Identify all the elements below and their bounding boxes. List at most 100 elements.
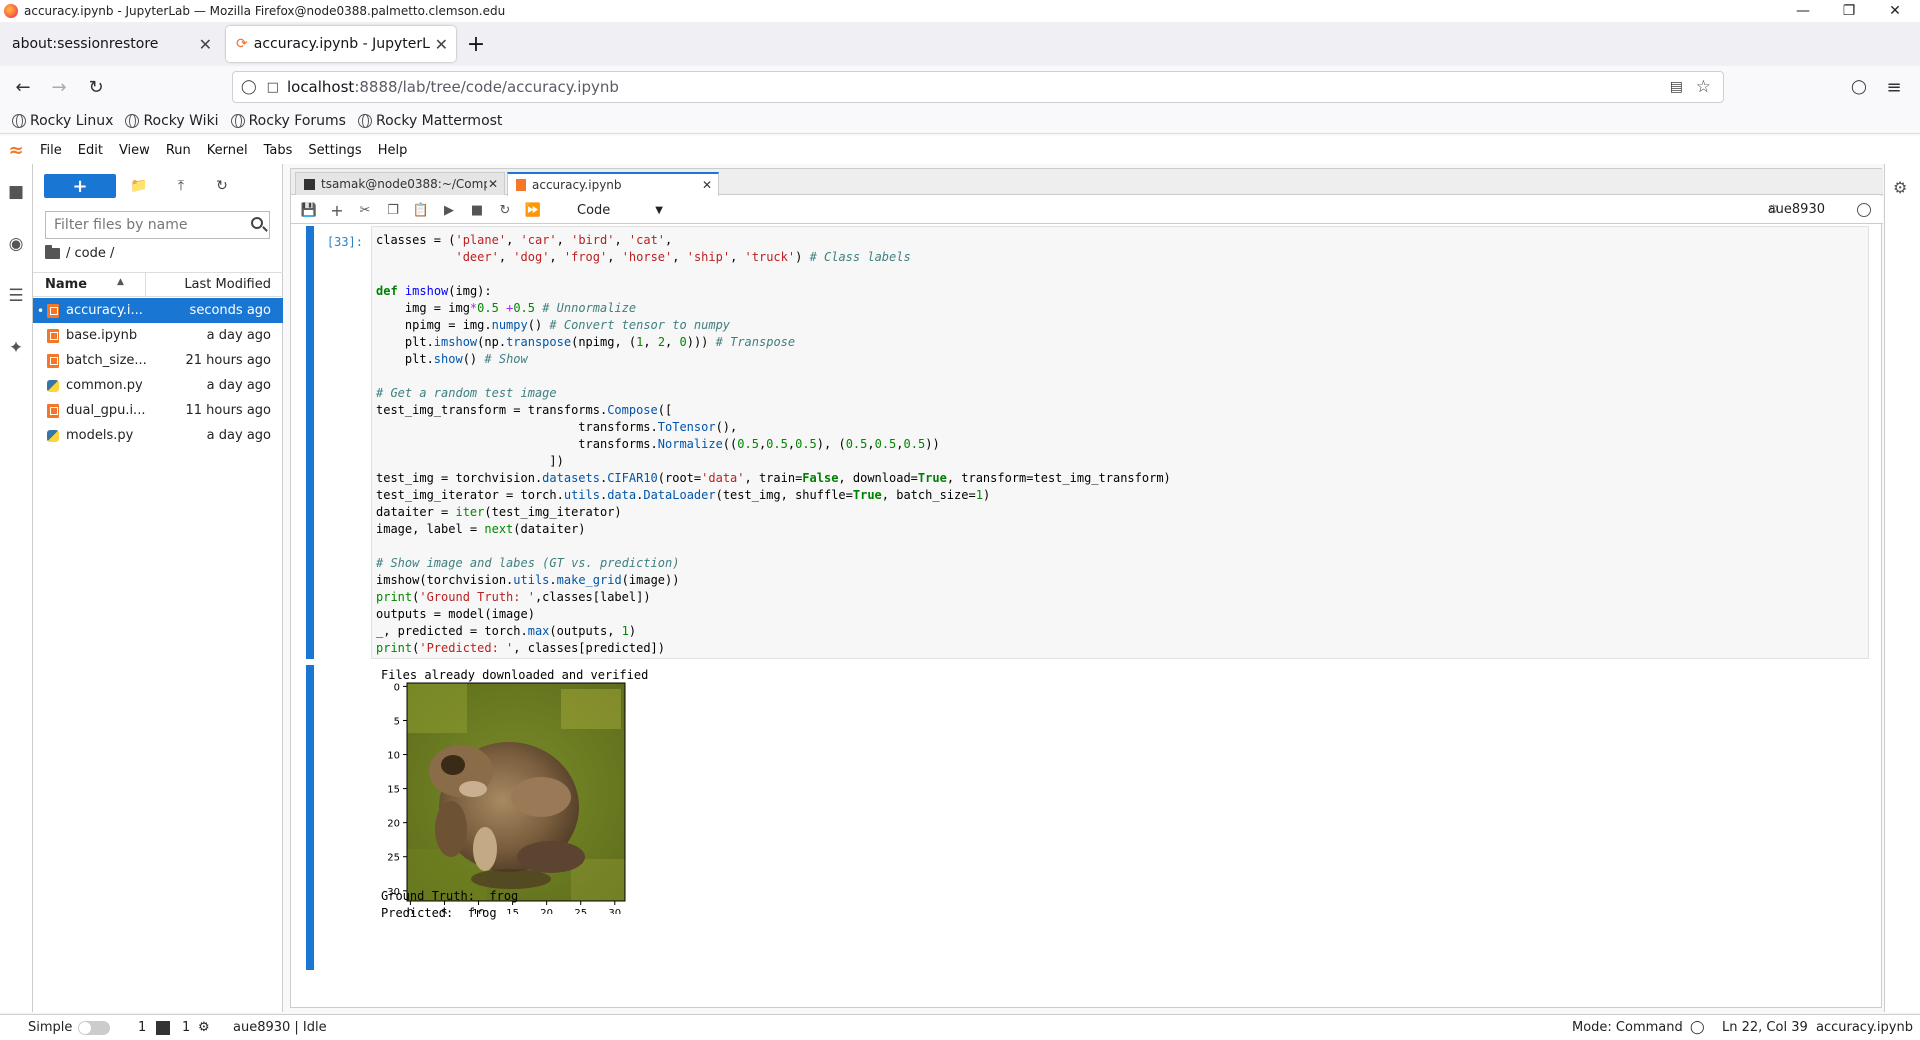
file-row[interactable]: batch_size... 21 hours ago	[33, 348, 283, 373]
menu-view[interactable]: View	[111, 143, 158, 158]
menu-kernel[interactable]: Kernel	[199, 143, 256, 158]
trusted-shield-icon[interactable]: ◯	[1690, 1020, 1705, 1035]
kernel-count[interactable]: 1	[182, 1020, 190, 1035]
paste-icon[interactable]: 📋	[411, 200, 431, 220]
column-divider	[145, 273, 146, 296]
menu-tabs[interactable]: Tabs	[256, 143, 301, 158]
status-filename: accuracy.ipynb	[1816, 1020, 1913, 1035]
file-row[interactable]: dual_gpu.i... 11 hours ago	[33, 398, 283, 423]
globe-icon	[12, 113, 26, 128]
shield-icon[interactable]: ◯	[241, 79, 257, 95]
cut-icon[interactable]: ✂	[355, 200, 375, 220]
running-sessions-icon[interactable]: ◉	[6, 234, 26, 254]
reload-icon[interactable]: ↻	[82, 73, 110, 101]
breadcrumb[interactable]: / code /	[45, 245, 114, 261]
close-tab-icon[interactable]: ✕	[702, 178, 712, 192]
notebook-file-icon	[47, 403, 59, 418]
menu-run[interactable]: Run	[158, 143, 199, 158]
right-sidebar-tabs: ⚙	[1884, 164, 1920, 1012]
file-row[interactable]: • accuracy.i... seconds ago	[33, 298, 283, 323]
menu-file[interactable]: File	[32, 143, 70, 158]
frog-plot-svg: 0510152025300 5 10 15 20 25 30	[387, 682, 626, 919]
file-row[interactable]: models.py a day ago	[33, 423, 283, 448]
stop-icon[interactable]: ■	[467, 200, 487, 220]
file-row[interactable]: common.py a day ago	[33, 373, 283, 398]
browser-tab-accuracy[interactable]: ⟳ accuracy.ipynb - JupyterL ✕	[226, 26, 456, 62]
bookmark-rocky-forums[interactable]: Rocky Forums	[230, 113, 346, 129]
close-tab-icon[interactable]: ✕	[199, 35, 212, 54]
refresh-icon[interactable]: ↻	[212, 176, 232, 196]
file-row[interactable]: base.ipynb a day ago	[33, 323, 283, 348]
menu-help[interactable]: Help	[370, 143, 416, 158]
notebook-file-icon	[47, 353, 59, 368]
close-tab-icon[interactable]: ✕	[488, 177, 498, 191]
insert-cell-icon[interactable]: +	[327, 200, 347, 220]
fast-forward-icon[interactable]: ⏩	[523, 200, 543, 220]
copy-icon[interactable]: ❐	[383, 200, 403, 220]
upload-icon[interactable]: ⤒	[171, 176, 191, 196]
restart-icon[interactable]: ↻	[495, 200, 515, 220]
y-tick-label: 15	[387, 785, 400, 796]
filter-placeholder: Filter files by name	[54, 217, 188, 233]
cell-type-select[interactable]: Code ▼	[577, 200, 667, 220]
forward-icon[interactable]: →	[45, 73, 73, 101]
code-source[interactable]: classes = ('plane', 'car', 'bird', 'cat'…	[376, 232, 1171, 657]
y-tick-label: 0	[394, 682, 400, 693]
back-icon[interactable]: ←	[9, 73, 37, 101]
cell-type-value: Code	[577, 202, 611, 218]
notebook-mode: Mode: Command	[1572, 1020, 1683, 1035]
toggle-switch[interactable]	[78, 1020, 111, 1035]
output-predicted: Predicted: frog	[381, 906, 497, 920]
new-launcher-button[interactable]: +	[44, 174, 116, 198]
bookmark-label: Rocky Wiki	[143, 112, 219, 129]
y-tick-label: 10	[387, 751, 400, 762]
x-tick-label: 30	[608, 908, 621, 914]
doc-tab-terminal[interactable]: tsamak@node0388:~/Comp ✕	[295, 172, 505, 195]
browser-tab-sessionrestore[interactable]: about:sessionrestore ✕	[2, 26, 220, 62]
kernel-name[interactable]: aue8930	[1768, 202, 1825, 217]
folder-icon[interactable]	[45, 245, 60, 259]
bookmark-star-icon[interactable]: ☆	[1696, 77, 1711, 97]
bookmark-rocky-wiki[interactable]: Rocky Wiki	[125, 112, 219, 129]
reader-view-icon[interactable]: ▤	[1670, 79, 1683, 95]
output-collapser[interactable]	[306, 665, 314, 970]
menu-edit[interactable]: Edit	[70, 143, 111, 158]
terminal-count[interactable]: 1	[138, 1020, 146, 1035]
new-tab-button[interactable]: +	[458, 26, 494, 62]
python-file-icon	[47, 429, 59, 442]
notebook-file-icon	[47, 303, 59, 318]
column-modified-header[interactable]: Last Modified	[184, 277, 271, 292]
notebook-file-icon	[47, 328, 59, 343]
gear-icon[interactable]: ⚙	[198, 1020, 210, 1035]
bookmark-rocky-mattermost[interactable]: Rocky Mattermost	[357, 113, 502, 129]
simple-mode-toggle[interactable]: Simple	[28, 1020, 111, 1035]
notebook-icon	[516, 179, 526, 191]
input-collapser[interactable]	[306, 226, 314, 659]
kernel-status[interactable]: aue8930 | Idle	[233, 1020, 327, 1035]
column-name-header[interactable]: Name	[45, 277, 87, 292]
new-folder-icon[interactable]: 📁	[129, 176, 149, 196]
doc-tab-accuracy[interactable]: accuracy.ipynb ✕	[507, 172, 719, 196]
pocket-icon[interactable]: ◯	[1845, 73, 1873, 101]
minimize-icon[interactable]: —	[1780, 0, 1826, 22]
maximize-icon[interactable]: ❐	[1826, 0, 1872, 22]
close-tab-icon[interactable]: ✕	[435, 35, 448, 54]
close-window-icon[interactable]: ✕	[1872, 0, 1918, 22]
filter-files-input[interactable]: Filter files by name	[45, 211, 270, 239]
breadcrumb-path[interactable]: / code /	[66, 246, 114, 261]
window-title: accuracy.ipynb - JupyterLab — Mozilla Fi…	[24, 4, 506, 18]
run-icon[interactable]: ▶	[439, 200, 459, 220]
url-bar[interactable]: ◯ □ localhost:8888/lab/tree/code/accurac…	[232, 71, 1724, 103]
file-modified: a day ago	[206, 328, 271, 343]
file-name: accuracy.i...	[66, 303, 143, 318]
menu-settings[interactable]: Settings	[300, 143, 369, 158]
folder-icon[interactable]: ■	[6, 182, 26, 202]
bookmark-rocky-linux[interactable]: Rocky Linux	[12, 113, 113, 129]
property-inspector-icon[interactable]: ⚙	[1893, 178, 1907, 197]
code-editor[interactable]: classes = ('plane', 'car', 'bird', 'cat'…	[371, 226, 1869, 659]
hamburger-menu-icon[interactable]: ≡	[1880, 73, 1908, 101]
cursor-position[interactable]: Ln 22, Col 39	[1722, 1020, 1808, 1035]
extensions-icon[interactable]: ✦	[6, 338, 26, 358]
table-of-contents-icon[interactable]: ☰	[6, 286, 26, 306]
save-icon[interactable]: 💾	[299, 200, 319, 220]
